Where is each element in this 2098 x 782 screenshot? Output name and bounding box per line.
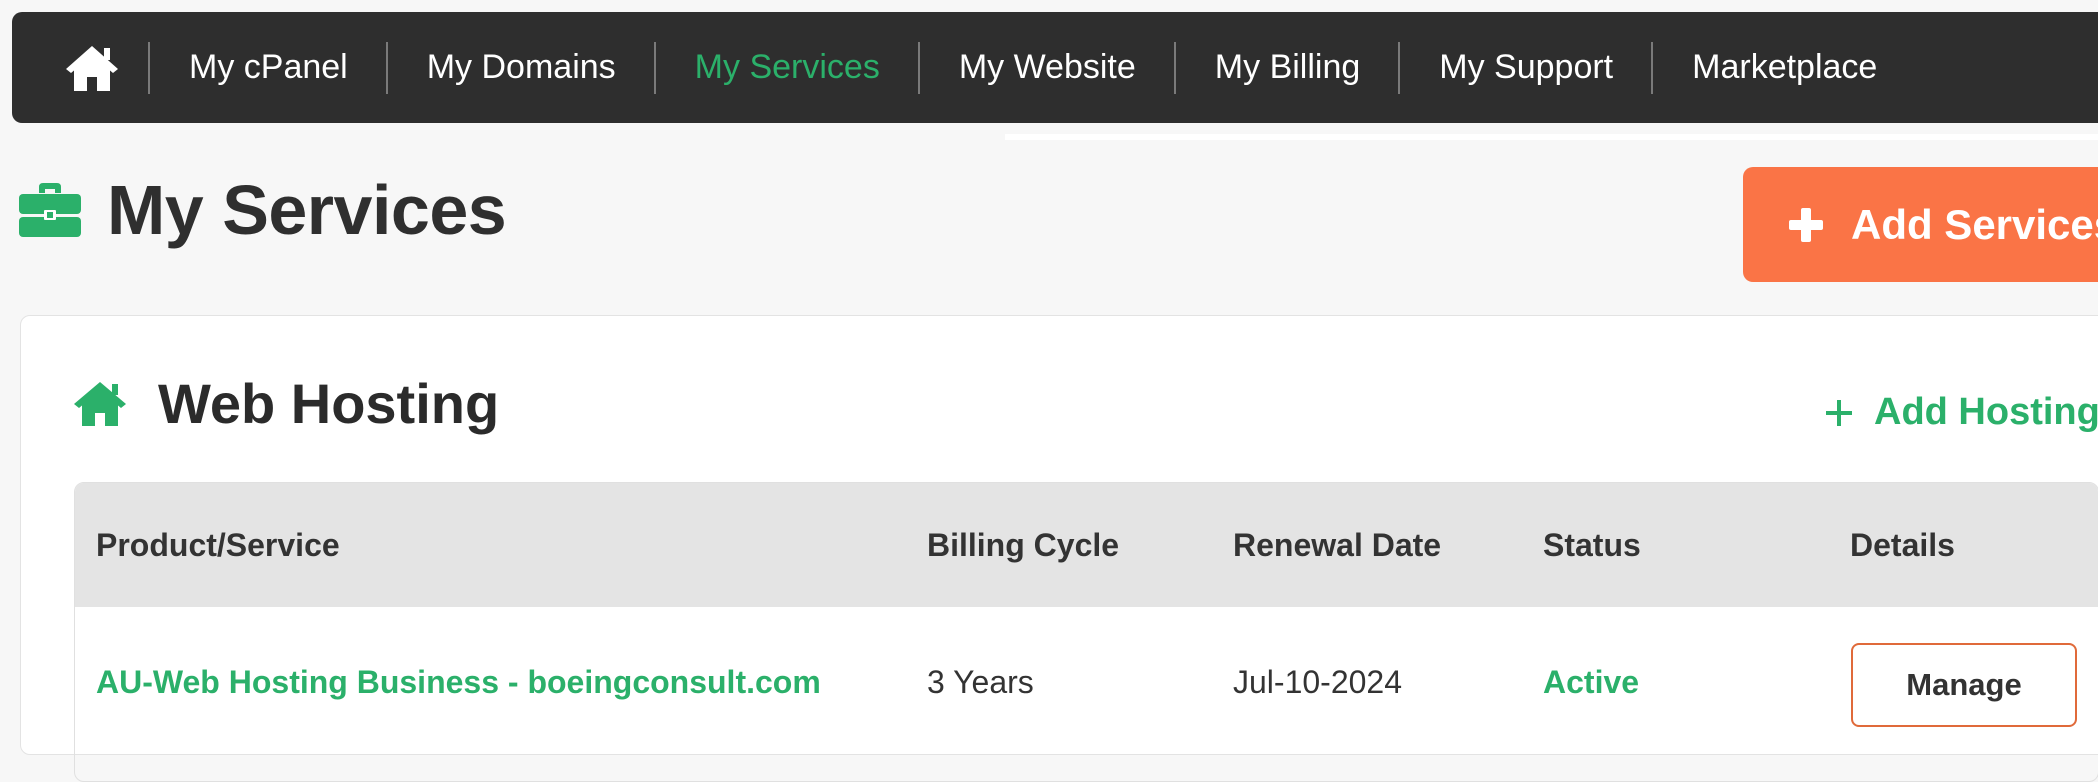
top-navigation: My cPanel My Domains My Services My Webs… <box>12 12 2098 123</box>
nav-home-link[interactable] <box>60 36 124 100</box>
section-header: Web Hosting <box>72 371 499 436</box>
product-link[interactable]: AU-Web Hosting Business - boeingconsult.… <box>96 607 821 757</box>
billing-cycle-cell: 3 Years <box>927 663 1034 700</box>
plus-icon <box>1789 207 1823 242</box>
renewal-date-cell: Jul-10-2024 <box>1233 663 1402 700</box>
nav-item-my-support[interactable]: My Support <box>1400 12 1651 123</box>
nav-item-my-domains[interactable]: My Domains <box>388 12 654 123</box>
page-header: My Services <box>17 170 507 250</box>
nav-item-my-cpanel[interactable]: My cPanel <box>150 12 386 123</box>
table-header: Product/Service Billing Cycle Renewal Da… <box>75 483 2098 607</box>
web-hosting-card: Web Hosting Add Hosting Product/Service … <box>20 315 2098 782</box>
column-header-renewal-date: Renewal Date <box>1233 526 1442 563</box>
nav-item-marketplace[interactable]: Marketplace <box>1653 12 1915 123</box>
column-header-details: Details <box>1850 526 1955 563</box>
decorative-strip <box>1005 134 2098 140</box>
status-badge: Active <box>1543 663 1640 700</box>
column-header-status: Status <box>1543 526 1641 563</box>
home-icon <box>66 45 118 91</box>
nav-item-my-services[interactable]: My Services <box>656 12 918 123</box>
manage-button[interactable]: Manage <box>1851 643 2077 727</box>
column-header-billing-cycle: Billing Cycle <box>927 526 1120 563</box>
services-table: Product/Service Billing Cycle Renewal Da… <box>74 482 2098 782</box>
page-title: My Services <box>107 171 507 249</box>
section-title: Web Hosting <box>158 372 500 435</box>
add-hosting-link[interactable]: Add Hosting <box>1826 391 2098 434</box>
add-hosting-label: Add Hosting <box>1874 391 2098 433</box>
add-services-label: Add Services <box>1851 200 2098 248</box>
briefcase-icon <box>19 183 81 237</box>
add-services-button[interactable]: Add Services <box>1743 167 2098 282</box>
nav-item-my-billing[interactable]: My Billing <box>1176 12 1398 123</box>
nav-item-my-website[interactable]: My Website <box>920 12 1174 123</box>
house-icon <box>74 381 126 426</box>
column-header-product: Product/Service <box>96 526 340 563</box>
plus-icon <box>1826 399 1852 426</box>
